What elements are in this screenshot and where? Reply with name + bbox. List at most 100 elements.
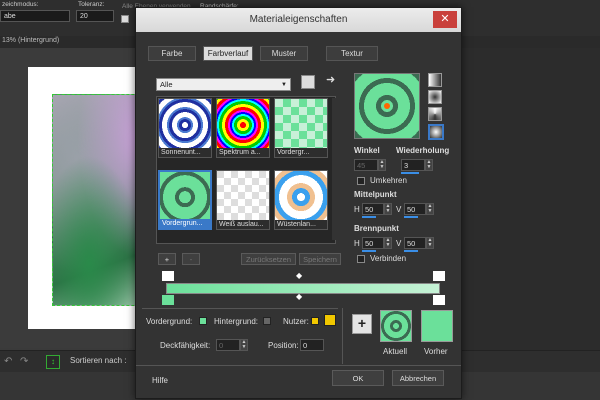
tolerance-label: Toleranz: bbox=[78, 1, 105, 8]
thumb-caption: Vordergr... bbox=[275, 148, 327, 157]
arrow-right-icon[interactable]: ➜ bbox=[326, 73, 335, 86]
center-v-input[interactable]: 50 bbox=[404, 203, 426, 215]
right-panel bbox=[462, 48, 600, 350]
center-h-slider[interactable] bbox=[362, 216, 376, 218]
focus-v-label: V bbox=[396, 239, 402, 248]
repeat-spinner[interactable]: ▲ ▼ bbox=[425, 159, 433, 171]
tolerance-input[interactable]: 20 bbox=[76, 10, 114, 22]
gradient-thumb-fgradial[interactable]: Vordergrun... bbox=[158, 170, 212, 230]
tab-color[interactable]: Farbe bbox=[148, 46, 196, 61]
current-swatch bbox=[380, 310, 412, 342]
opacity-label: Deckfähigkeit: bbox=[160, 341, 211, 350]
style-sunburst-icon[interactable] bbox=[428, 107, 442, 121]
thumb-caption: Spektrum a... bbox=[217, 148, 269, 157]
help-link[interactable]: Hilfe bbox=[152, 376, 168, 385]
redo-icon[interactable]: ↷ bbox=[20, 356, 28, 367]
ok-button[interactable]: OK bbox=[332, 370, 384, 386]
top-midpoint-icon[interactable]: ◆ bbox=[296, 271, 302, 280]
focus-v-input[interactable]: 50 bbox=[404, 237, 426, 249]
angle-label: Winkel bbox=[354, 146, 380, 155]
category-select[interactable]: Alle ▼ bbox=[156, 78, 291, 91]
mode-select[interactable]: abe bbox=[0, 10, 70, 22]
center-h-spinner[interactable]: ▲ ▼ bbox=[384, 203, 392, 215]
link-label: Verbinden bbox=[370, 254, 407, 263]
thumb-caption: Weiß auslau... bbox=[217, 220, 269, 229]
plus-icon: + bbox=[357, 315, 367, 331]
category-value: Alle bbox=[160, 80, 173, 89]
tab-texture[interactable]: Textur bbox=[326, 46, 378, 61]
repeat-slider[interactable] bbox=[401, 172, 419, 174]
previous-label: Vorher bbox=[424, 347, 448, 356]
divider bbox=[342, 308, 343, 364]
cancel-button[interactable]: Abbrechen bbox=[392, 370, 444, 386]
save-button[interactable]: Speichern bbox=[299, 253, 341, 265]
previous-swatch[interactable] bbox=[421, 310, 453, 342]
foreground-swatch[interactable] bbox=[199, 317, 207, 325]
center-label: Mittelpunkt bbox=[354, 190, 397, 199]
bottom-left-stop-icon[interactable] bbox=[161, 294, 175, 306]
mode-label: zeichmodus: bbox=[2, 1, 39, 8]
focus-h-label: H bbox=[354, 239, 360, 248]
tab-pattern[interactable]: Muster bbox=[260, 46, 308, 61]
dialog-title: Materialeigenschaften bbox=[136, 8, 461, 32]
gradient-preview[interactable] bbox=[354, 73, 420, 139]
reset-button[interactable]: Zurücksetzen bbox=[241, 253, 296, 265]
gradient-thumb-spectrum[interactable]: Spektrum a... bbox=[216, 98, 270, 158]
material-properties-dialog: Materialeigenschaften ✕ Farbe Farbverlau… bbox=[135, 7, 462, 399]
top-right-stop-icon[interactable] bbox=[432, 270, 446, 282]
focus-v-spinner[interactable]: ▲ ▼ bbox=[426, 237, 434, 249]
background-swatch[interactable] bbox=[263, 317, 271, 325]
chevron-down-icon: ▼ bbox=[281, 82, 287, 88]
gradient-thumb-desert[interactable]: Wüstenlan... bbox=[274, 170, 328, 230]
foreground-label: Vordergrund: bbox=[146, 317, 193, 326]
center-v-spinner[interactable]: ▲ ▼ bbox=[426, 203, 434, 215]
opacity-spinner[interactable]: ▲ ▼ bbox=[240, 339, 248, 351]
opacity-input[interactable]: 0 bbox=[216, 339, 240, 351]
position-label: Position: bbox=[268, 341, 299, 350]
repeat-input[interactable]: 3 bbox=[401, 159, 425, 171]
user-label: Nutzer: bbox=[283, 317, 309, 326]
add-gradient-button[interactable]: + bbox=[158, 253, 176, 265]
thumb-caption: Wüstenlan... bbox=[275, 220, 327, 229]
focus-h-input[interactable]: 50 bbox=[362, 237, 384, 249]
document-tab-label: 13% (Hintergrund) bbox=[2, 37, 60, 44]
gallery-scrollbar[interactable] bbox=[332, 98, 336, 240]
link-checkbox[interactable] bbox=[357, 255, 365, 263]
close-button[interactable]: ✕ bbox=[433, 11, 457, 28]
gradient-thumb-sunset[interactable]: Sonnenunt... bbox=[158, 98, 212, 158]
bottom-right-stop-icon[interactable] bbox=[432, 294, 446, 306]
undo-icon[interactable]: ↶ bbox=[4, 356, 12, 367]
center-v-slider[interactable] bbox=[404, 216, 418, 218]
angle-input[interactable]: 45 bbox=[354, 159, 378, 171]
center-handle-icon[interactable] bbox=[384, 103, 390, 109]
remove-gradient-button[interactable]: - bbox=[182, 253, 200, 265]
user-swatch-small[interactable] bbox=[311, 317, 319, 325]
invert-checkbox[interactable] bbox=[357, 177, 365, 185]
focus-label: Brennpunkt bbox=[354, 224, 399, 233]
focus-h-spinner[interactable]: ▲ ▼ bbox=[384, 237, 392, 249]
thumb-caption: Sonnenunt... bbox=[159, 148, 211, 157]
gradient-thumb-fgcheck[interactable]: Vordergr... bbox=[274, 98, 328, 158]
style-radial-icon[interactable] bbox=[428, 124, 444, 140]
gradient-list-icon[interactable] bbox=[301, 75, 315, 89]
background-label: Hintergrund: bbox=[214, 317, 259, 326]
position-input[interactable]: 0 bbox=[300, 339, 324, 351]
gradient-thumb-whitefade[interactable]: Weiß auslau... bbox=[216, 170, 270, 230]
bottom-midpoint-icon[interactable]: ◆ bbox=[296, 292, 302, 301]
focus-v-slider[interactable] bbox=[404, 250, 418, 252]
gradient-bar[interactable] bbox=[166, 283, 440, 294]
sort-icon[interactable]: ↕ bbox=[46, 355, 60, 369]
style-linear-icon[interactable] bbox=[428, 73, 442, 87]
tab-gradient[interactable]: Farbverlauf bbox=[203, 46, 253, 61]
sort-label: Sortieren nach : bbox=[70, 356, 127, 365]
invert-label: Umkehren bbox=[370, 176, 407, 185]
add-to-swatches-button[interactable]: + bbox=[352, 314, 372, 334]
center-h-input[interactable]: 50 bbox=[362, 203, 384, 215]
focus-h-slider[interactable] bbox=[362, 250, 376, 252]
close-icon: ✕ bbox=[440, 13, 450, 25]
style-rect-icon[interactable] bbox=[428, 90, 442, 104]
user-swatch[interactable] bbox=[324, 314, 336, 326]
all-layers-checkbox[interactable] bbox=[121, 15, 129, 23]
top-left-stop-icon[interactable] bbox=[161, 270, 175, 282]
angle-spinner[interactable]: ▲ ▼ bbox=[378, 159, 386, 171]
